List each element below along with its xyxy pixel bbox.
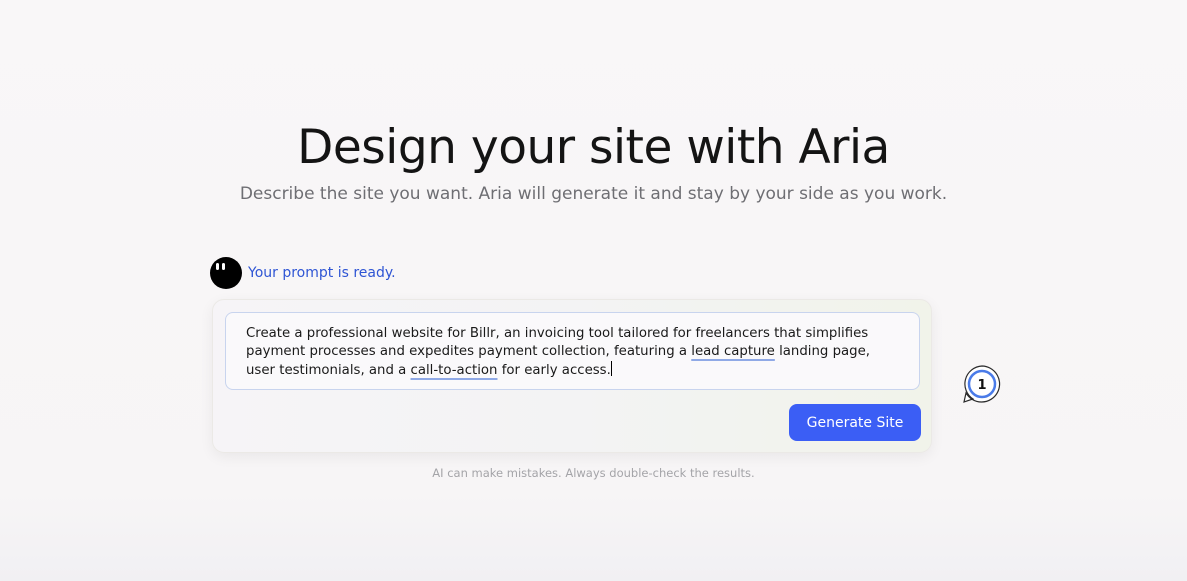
page: Design your site with Aria Describe the … xyxy=(0,0,1187,581)
ai-disclaimer: AI can make mistakes. Always double-chec… xyxy=(432,466,755,480)
avatar-eye-icon xyxy=(216,263,219,270)
badge-count: 1 xyxy=(977,378,986,393)
avatar-eye-icon xyxy=(222,263,225,270)
generate-site-button[interactable]: Generate Site xyxy=(789,404,921,441)
prompt-ready-status: Your prompt is ready. xyxy=(248,265,396,281)
prompt-text: for early access. xyxy=(497,363,611,378)
prompt-highlight-lead-capture[interactable]: lead capture xyxy=(691,344,775,359)
page-subtitle: Describe the site you want. Aria will ge… xyxy=(239,184,948,204)
chat-bubble-icon: 1 xyxy=(963,365,1001,403)
page-title: Design your site with Aria xyxy=(297,120,890,175)
prompt-highlight-call-to-action[interactable]: call-to-action xyxy=(411,363,498,378)
prompt-card: Create a professional website for Billr,… xyxy=(212,299,932,453)
text-caret xyxy=(610,361,612,376)
prompt-input[interactable]: Create a professional website for Billr,… xyxy=(225,312,920,390)
aria-avatar-icon xyxy=(210,257,242,289)
notification-bubble[interactable]: 1 xyxy=(963,365,1001,403)
assistant-status-row: Your prompt is ready. xyxy=(210,257,396,289)
